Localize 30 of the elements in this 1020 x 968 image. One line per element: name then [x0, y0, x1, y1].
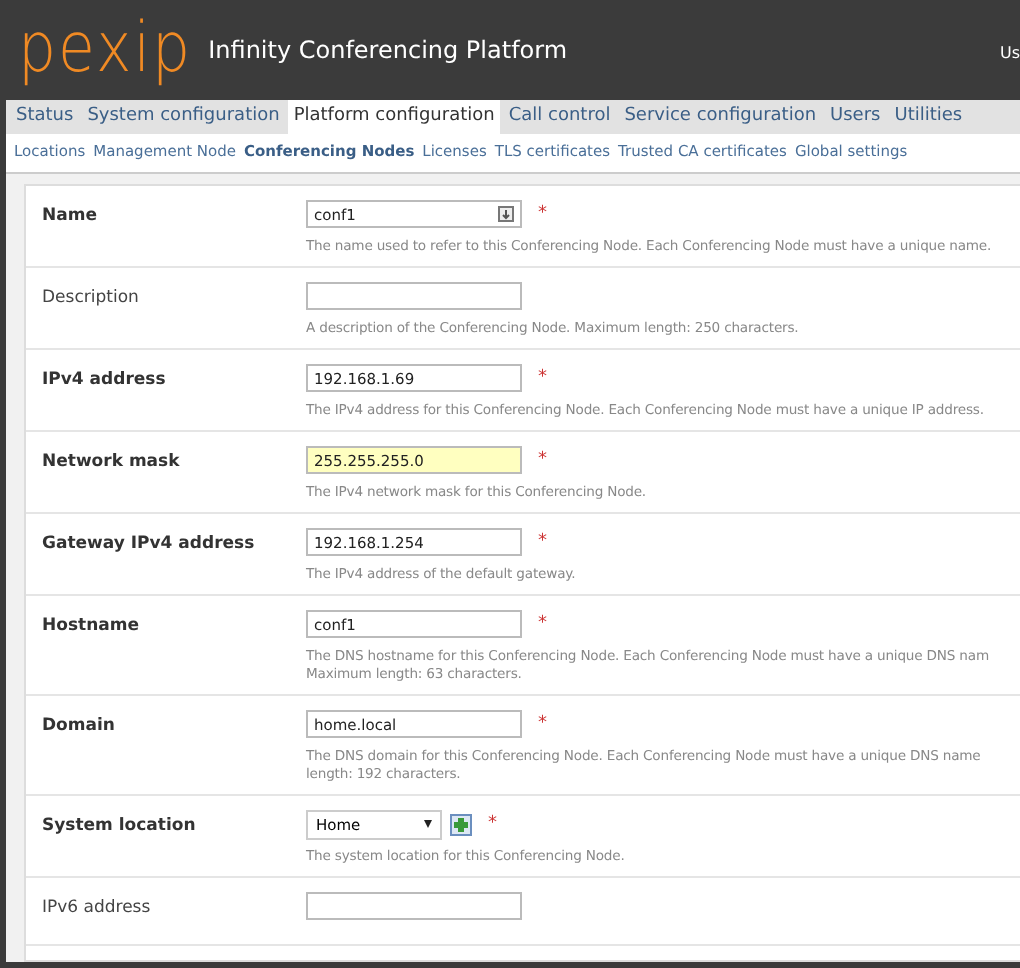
- required-marker: *: [538, 532, 547, 552]
- field-label: IPv6 address: [42, 896, 153, 922]
- user-link[interactable]: Us: [999, 44, 1020, 62]
- field-label: Domain: [42, 714, 117, 740]
- required-marker: *: [538, 204, 547, 224]
- nav-tab[interactable]: System configuration: [81, 100, 286, 134]
- field-label: Description: [42, 286, 141, 312]
- input-field[interactable]: [306, 282, 522, 310]
- field-label: Hostname: [42, 614, 141, 640]
- caret-icon: [424, 820, 432, 828]
- required-marker: *: [538, 614, 547, 634]
- required-marker: *: [538, 450, 547, 470]
- field-label: IPv4 address: [42, 368, 168, 394]
- field-label: Network mask: [42, 450, 182, 476]
- field-label: Gateway IPv4 address: [42, 532, 257, 558]
- nav-tab[interactable]: Call control: [502, 100, 617, 134]
- nav-tab[interactable]: Service configuration: [618, 100, 823, 134]
- add-icon[interactable]: [450, 813, 472, 835]
- nav-tab[interactable]: Utilities: [888, 100, 969, 134]
- logo: pexip: [18, 15, 193, 85]
- required-marker: *: [488, 814, 497, 834]
- nav-tab[interactable]: Users: [824, 100, 887, 134]
- field-label: Name: [42, 204, 99, 230]
- required-marker: *: [538, 714, 547, 734]
- required-marker: *: [538, 368, 547, 388]
- field-label: System location: [42, 814, 198, 840]
- nav-tab[interactable]: Status: [10, 100, 80, 134]
- input-field[interactable]: [306, 892, 522, 920]
- nav-tab[interactable]: Platform configuration: [287, 100, 501, 134]
- app-title: Infinity Conferencing Platform: [208, 36, 568, 64]
